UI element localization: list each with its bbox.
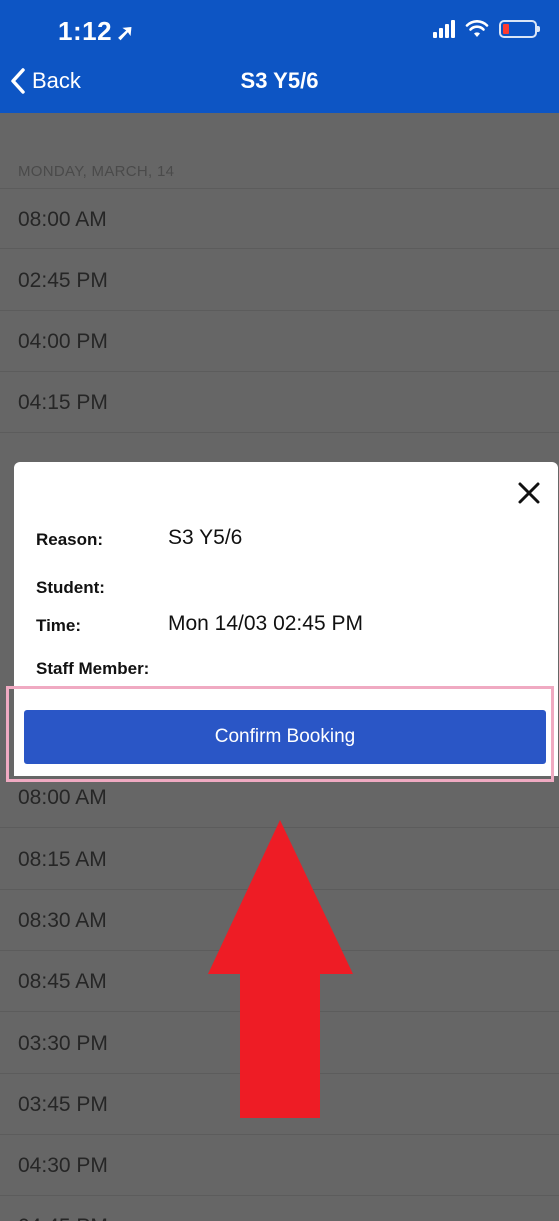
time-label: Time: xyxy=(36,616,82,635)
section-header-date: MONDAY, MARCH, 14 xyxy=(18,163,175,180)
clock-text: 1:12 xyxy=(58,16,113,46)
close-icon[interactable] xyxy=(514,478,544,508)
battery-icon xyxy=(499,20,540,38)
timeslot-row[interactable]: 02:45 PM xyxy=(0,250,559,311)
time-value: Mon 14/03 02:45 PM xyxy=(168,612,363,635)
status-time: 1:12 ➚ xyxy=(58,16,135,47)
timeslot-row[interactable]: 04:45 PM xyxy=(0,1196,559,1221)
staff-member-label: Staff Member: xyxy=(36,659,150,678)
timeslot-row[interactable]: 04:00 PM xyxy=(0,311,559,372)
highlight-box xyxy=(6,686,554,782)
reason-label: Reason: xyxy=(36,530,104,549)
timeslot-row[interactable]: 08:00 AM xyxy=(0,188,559,249)
wifi-icon xyxy=(465,20,489,37)
reason-value: S3 Y5/6 xyxy=(168,526,243,549)
page-title: S3 Y5/6 xyxy=(240,68,319,93)
up-arrow-annotation xyxy=(208,820,353,1118)
student-label: Student: xyxy=(36,578,105,597)
location-arrow-icon: ➚ xyxy=(116,20,135,45)
signal-icon xyxy=(433,20,455,38)
timeslot-row[interactable]: 04:15 PM xyxy=(0,372,559,433)
top-bar: 1:12 ➚ Back S3 Y5/6 xyxy=(0,0,559,113)
timeslot-row[interactable]: 04:30 PM xyxy=(0,1135,559,1196)
status-icons xyxy=(433,16,540,42)
